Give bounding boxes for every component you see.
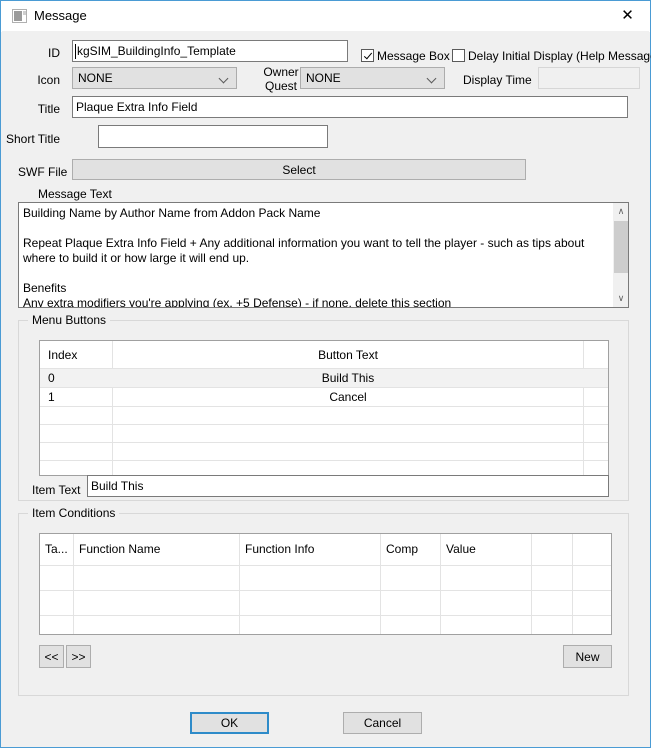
display-time-input[interactable]	[538, 67, 640, 89]
scroll-down-icon[interactable]: ∨	[613, 290, 628, 307]
cond-grid-header-ta[interactable]: Ta...	[45, 542, 75, 556]
title-bar: Message ✕	[1, 1, 650, 32]
message-text-scrollbar[interactable]: ∧ ∨	[612, 203, 628, 307]
menu-grid-cell-index: 1	[48, 390, 55, 404]
ok-button[interactable]: OK	[190, 712, 269, 734]
message-text-value: Building Name by Author Name from Addon …	[23, 206, 585, 308]
owner-quest-combobox[interactable]: NONE	[300, 67, 445, 89]
checkbox-label-message-box: Message Box	[377, 49, 450, 63]
checkbox-delay-initial-display[interactable]: Delay Initial Display (Help Message)	[452, 49, 651, 63]
menu-grid-cell-index: 0	[48, 371, 55, 385]
text-caret	[75, 44, 76, 59]
menu-buttons-grid[interactable]: Index Button Text 0 Build This 1 Cancel	[39, 340, 609, 476]
new-condition-button[interactable]: New	[563, 645, 612, 668]
menu-grid-cell-button-text: Cancel	[329, 390, 367, 404]
cond-grid-header-function-info[interactable]: Function Info	[245, 542, 380, 556]
chevron-down-icon	[428, 75, 437, 81]
id-input-value: kgSIM_BuildingInfo_Template	[77, 44, 236, 58]
item-text-input-value: Build This	[91, 479, 144, 493]
short-title-label: Short Title	[5, 132, 60, 146]
title-input[interactable]: Plaque Extra Info Field	[72, 96, 628, 118]
short-title-input[interactable]	[98, 125, 328, 148]
message-text-area[interactable]: Building Name by Author Name from Addon …	[18, 202, 629, 308]
title-label: Title	[37, 102, 60, 116]
dialog-client-area: ID kgSIM_BuildingInfo_Template Message B…	[2, 31, 651, 747]
checkbox-box-message-box[interactable]	[361, 49, 374, 62]
title-input-value: Plaque Extra Info Field	[76, 100, 198, 114]
table-row[interactable]: 0 Build This	[40, 369, 608, 387]
checkbox-label-delay-initial-display: Delay Initial Display (Help Message)	[468, 49, 651, 63]
display-time-label: Display Time	[463, 73, 532, 87]
window-app-icon	[12, 9, 27, 23]
message-text-label: Message Text	[38, 187, 112, 201]
owner-quest-combobox-value: NONE	[306, 71, 341, 85]
chevron-down-icon	[220, 75, 229, 81]
cancel-button[interactable]: Cancel	[343, 712, 422, 734]
icon-combobox-value: NONE	[78, 71, 113, 85]
prev-button[interactable]: <<	[39, 645, 64, 668]
checkbox-message-box[interactable]: Message Box	[361, 49, 450, 63]
item-text-input[interactable]: Build This	[87, 475, 609, 497]
window-title: Message	[34, 8, 87, 23]
item-text-label: Item Text	[32, 483, 81, 497]
id-label: ID	[48, 46, 60, 60]
item-conditions-grid[interactable]: Ta... Function Name Function Info Comp V…	[39, 533, 612, 635]
swf-select-button[interactable]: Select	[72, 159, 526, 180]
scrollbar-thumb[interactable]	[614, 221, 628, 273]
cond-grid-header-value[interactable]: Value	[446, 542, 531, 556]
message-dialog-window: Message ✕ ID kgSIM_BuildingInfo_Template…	[0, 0, 651, 748]
menu-buttons-group-label: Menu Buttons	[28, 313, 111, 327]
swf-file-label: SWF File	[18, 165, 68, 179]
scroll-up-icon[interactable]: ∧	[613, 203, 628, 220]
menu-grid-cell-button-text: Build This	[321, 371, 375, 385]
cond-grid-header-function-name[interactable]: Function Name	[79, 542, 239, 556]
close-icon[interactable]: ✕	[605, 1, 650, 30]
item-conditions-group-label: Item Conditions	[28, 506, 120, 520]
id-input[interactable]: kgSIM_BuildingInfo_Template	[72, 40, 348, 62]
cond-grid-header-comp[interactable]: Comp	[386, 542, 441, 556]
checkbox-box-delay-initial-display[interactable]	[452, 49, 465, 62]
menu-grid-header-button-text[interactable]: Button Text	[113, 348, 583, 362]
table-row[interactable]: 1 Cancel	[40, 388, 608, 406]
icon-label: Icon	[37, 73, 60, 87]
menu-grid-header-index[interactable]: Index	[48, 348, 112, 362]
icon-combobox[interactable]: NONE	[72, 67, 237, 89]
next-button[interactable]: >>	[66, 645, 91, 668]
